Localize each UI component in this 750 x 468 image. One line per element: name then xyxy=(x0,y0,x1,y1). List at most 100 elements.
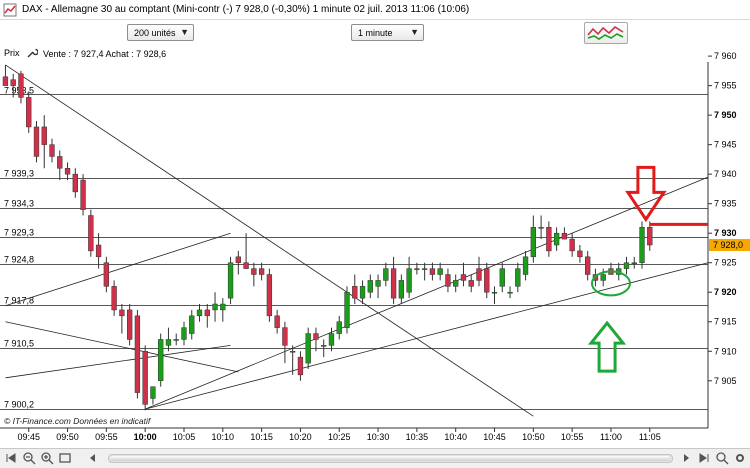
candle[interactable] xyxy=(383,268,389,281)
candle[interactable] xyxy=(429,268,436,275)
horizontal-scrollbar[interactable] xyxy=(108,454,673,463)
candle[interactable] xyxy=(274,315,280,328)
candle[interactable] xyxy=(150,386,156,399)
candle[interactable] xyxy=(80,179,86,210)
candle[interactable] xyxy=(476,268,482,281)
scrollbar-thumb[interactable] xyxy=(110,456,670,461)
candle[interactable] xyxy=(623,262,630,269)
candle[interactable] xyxy=(577,250,583,258)
candle[interactable] xyxy=(515,268,521,287)
candle[interactable] xyxy=(569,238,575,252)
candle[interactable] xyxy=(33,126,40,157)
candle[interactable] xyxy=(126,309,133,340)
zoom-in-icon[interactable] xyxy=(40,451,54,465)
zoom-out-icon[interactable] xyxy=(22,451,36,465)
candle[interactable] xyxy=(561,232,568,240)
candle[interactable] xyxy=(134,315,141,393)
x-tick-label: 11:00 xyxy=(600,432,622,442)
candle[interactable] xyxy=(158,339,164,382)
candle[interactable] xyxy=(375,280,381,287)
candle[interactable] xyxy=(406,268,412,293)
price-chart[interactable]: 7 939,3 7 934,3 7 929,3 7 924,8 7 917,8 7 910… xyxy=(0,0,750,448)
candle[interactable] xyxy=(142,351,148,405)
y-tick-label: 7 905 xyxy=(714,376,737,386)
candle[interactable] xyxy=(258,268,265,275)
candle[interactable] xyxy=(173,339,179,341)
candle[interactable] xyxy=(453,280,459,287)
watermark-text: © IT-Finance.com Données en indicatif xyxy=(4,416,152,426)
y-tick-label: 7 950 xyxy=(714,110,737,120)
candle[interactable] xyxy=(181,327,187,340)
candle[interactable] xyxy=(600,274,606,281)
y-tick-label: 7 920 xyxy=(714,287,737,297)
candle[interactable] xyxy=(530,227,536,258)
candle[interactable] xyxy=(243,262,249,269)
candle[interactable] xyxy=(41,126,47,145)
candle[interactable] xyxy=(647,227,653,246)
candle[interactable] xyxy=(305,333,311,364)
candle[interactable] xyxy=(546,227,552,252)
candle[interactable] xyxy=(10,79,16,86)
candle[interactable] xyxy=(2,76,9,86)
candle[interactable] xyxy=(72,173,78,193)
candle[interactable] xyxy=(359,286,366,299)
candle[interactable] xyxy=(414,268,420,270)
settings-icon[interactable] xyxy=(733,451,747,465)
candle[interactable] xyxy=(103,262,110,287)
candle[interactable] xyxy=(297,356,304,376)
candle[interactable] xyxy=(196,309,203,317)
candle[interactable] xyxy=(111,286,117,311)
candle[interactable] xyxy=(468,280,474,287)
candle[interactable] xyxy=(538,227,544,229)
candle[interactable] xyxy=(95,244,102,258)
scroll-left-icon[interactable] xyxy=(86,451,100,465)
candle[interactable] xyxy=(204,309,210,317)
last-page-icon[interactable] xyxy=(697,451,711,465)
candle[interactable] xyxy=(49,144,55,157)
candle[interactable] xyxy=(64,168,71,175)
candle[interactable] xyxy=(484,268,490,293)
candle[interactable] xyxy=(18,73,24,98)
candle[interactable] xyxy=(235,256,241,263)
full-view-icon[interactable] xyxy=(58,451,72,465)
zoom-time-icon[interactable] xyxy=(715,451,729,465)
candle[interactable] xyxy=(344,291,350,328)
candle[interactable] xyxy=(119,309,125,317)
x-tick-label: 10:10 xyxy=(212,432,235,442)
candle[interactable] xyxy=(336,321,342,334)
candle[interactable] xyxy=(352,286,358,299)
candle[interactable] xyxy=(522,256,529,275)
first-page-icon[interactable] xyxy=(4,451,18,465)
candle[interactable] xyxy=(553,232,560,246)
candle[interactable] xyxy=(26,97,32,128)
candle[interactable] xyxy=(212,303,218,311)
candle[interactable] xyxy=(290,351,296,353)
candle[interactable] xyxy=(57,156,63,169)
candle[interactable] xyxy=(398,280,405,299)
candle[interactable] xyxy=(585,256,591,275)
candle[interactable] xyxy=(421,268,428,270)
candle[interactable] xyxy=(499,268,505,287)
candle[interactable] xyxy=(189,315,195,334)
candle[interactable] xyxy=(165,339,172,346)
candle[interactable] xyxy=(313,333,319,340)
candle[interactable] xyxy=(321,345,327,347)
candle[interactable] xyxy=(445,274,451,287)
candle[interactable] xyxy=(266,274,273,317)
scroll-right-icon[interactable] xyxy=(679,451,693,465)
candle[interactable] xyxy=(367,280,373,293)
plot-area xyxy=(0,62,708,428)
candle[interactable] xyxy=(631,262,637,264)
candle[interactable] xyxy=(88,215,94,252)
candle[interactable] xyxy=(282,327,288,346)
candle[interactable] xyxy=(437,268,443,275)
candle[interactable] xyxy=(460,274,467,281)
candle[interactable] xyxy=(220,303,226,311)
candle[interactable] xyxy=(328,333,335,346)
candle[interactable] xyxy=(390,268,397,299)
candle[interactable] xyxy=(491,291,498,294)
candle[interactable] xyxy=(507,291,513,294)
candle[interactable] xyxy=(227,262,234,299)
candle[interactable] xyxy=(251,268,257,275)
candle[interactable] xyxy=(639,227,645,263)
